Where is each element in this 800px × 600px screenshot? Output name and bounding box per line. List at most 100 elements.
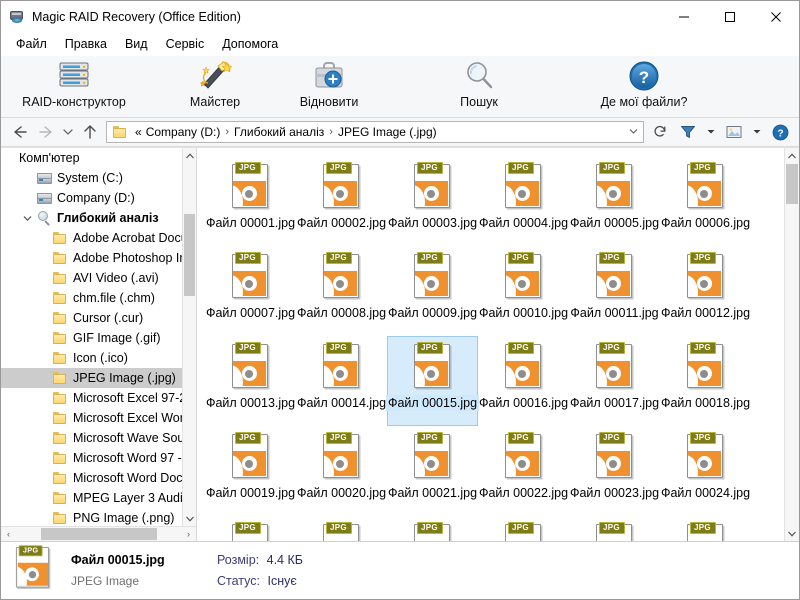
menu-item-help[interactable]: Допомога — [213, 34, 287, 54]
jpg-badge-label: JPG — [239, 523, 256, 532]
file-item[interactable]: JPG Файл 00003.jpg — [387, 156, 478, 246]
forward-arrow-icon[interactable] — [33, 120, 59, 144]
jpg-file-icon: JPG — [589, 248, 641, 304]
tree-item[interactable]: Microsoft Wave Sound — [1, 428, 182, 448]
file-item[interactable]: JPG — [660, 516, 751, 541]
file-item[interactable]: JPG — [478, 516, 569, 541]
file-item[interactable]: JPG Файл 00011.jpg — [569, 246, 660, 336]
file-scroll-thumb[interactable] — [786, 164, 798, 204]
scroll-up-icon[interactable] — [183, 148, 196, 163]
tree-item[interactable]: Глибокий аналіз — [1, 208, 182, 228]
file-item[interactable]: JPG Файл 00005.jpg — [569, 156, 660, 246]
recover-button[interactable]: Відновити — [275, 59, 383, 115]
file-item[interactable]: JPG Файл 00017.jpg — [569, 336, 660, 426]
tree-horizontal-scrollbar[interactable]: ‹ › — [1, 526, 196, 541]
view-thumbnails-icon[interactable] — [721, 120, 747, 144]
scroll-left-icon[interactable]: ‹ — [1, 529, 16, 539]
tree-item[interactable]: JPEG Image (.jpg) — [1, 368, 182, 388]
tree-item[interactable]: Microsoft Excel Works — [1, 408, 182, 428]
jpg-badge-label: JPG — [512, 523, 529, 532]
file-item[interactable]: JPG — [205, 516, 296, 541]
chevron-down-icon[interactable] — [19, 208, 35, 228]
tree-item[interactable]: Комп'ютер — [1, 148, 182, 168]
tree-item[interactable]: MPEG Layer 3 Audio F — [1, 488, 182, 508]
jpg-badge-label: JPG — [421, 163, 438, 172]
tree-item[interactable]: Company (D:) — [1, 188, 182, 208]
where-are-my-files-button[interactable]: ? Де мої файли? — [579, 59, 709, 115]
file-item[interactable]: JPG Файл 00018.jpg — [660, 336, 751, 426]
refresh-icon[interactable] — [649, 121, 671, 143]
file-item[interactable]: JPG Файл 00020.jpg — [296, 426, 387, 516]
file-vertical-scrollbar[interactable] — [784, 148, 799, 541]
tree-vertical-scrollbar[interactable] — [182, 148, 196, 526]
filter-funnel-icon[interactable] — [675, 120, 701, 144]
file-item[interactable]: JPG Файл 00008.jpg — [296, 246, 387, 336]
breadcrumb-item-0[interactable]: Company (D:) — [144, 125, 223, 139]
help-circle-icon[interactable]: ? — [767, 120, 793, 144]
file-item[interactable]: JPG Файл 00016.jpg — [478, 336, 569, 426]
file-item[interactable]: JPG Файл 00010.jpg — [478, 246, 569, 336]
tree-item[interactable]: Microsoft Excel 97-200 — [1, 388, 182, 408]
address-field[interactable]: « Company (D:) › Глибокий аналіз › JPEG … — [106, 121, 644, 143]
breadcrumb-item-1[interactable]: Глибокий аналіз — [232, 125, 326, 139]
back-arrow-icon[interactable] — [7, 120, 33, 144]
filter-dropdown-icon[interactable] — [703, 128, 719, 137]
file-item[interactable]: JPG Файл 00022.jpg — [478, 426, 569, 516]
breadcrumb-item-2[interactable]: JPEG Image (.jpg) — [336, 125, 439, 139]
file-item[interactable]: JPG Файл 00019.jpg — [205, 426, 296, 516]
tree-item-label: Microsoft Wave Sound — [73, 431, 182, 445]
file-item[interactable]: JPG Файл 00021.jpg — [387, 426, 478, 516]
file-item[interactable]: JPG — [387, 516, 478, 541]
file-item[interactable]: JPG Файл 00014.jpg — [296, 336, 387, 426]
file-item[interactable]: JPG Файл 00002.jpg — [296, 156, 387, 246]
tree-item[interactable]: PNG Image (.png) — [1, 508, 182, 526]
tree-item[interactable]: Microsoft Word Docum — [1, 468, 182, 488]
scroll-right-icon[interactable]: › — [181, 529, 196, 539]
file-item[interactable]: JPG Файл 00006.jpg — [660, 156, 751, 246]
view-dropdown-icon[interactable] — [749, 128, 765, 137]
tree-item[interactable]: Adobe Photoshop Ima — [1, 248, 182, 268]
file-item[interactable]: JPG Файл 00023.jpg — [569, 426, 660, 516]
jpg-badge-label: JPG — [694, 163, 711, 172]
tree-item[interactable]: Cursor (.cur) — [1, 308, 182, 328]
file-item[interactable]: JPG Файл 00001.jpg — [205, 156, 296, 246]
breadcrumb-overflow[interactable]: « — [133, 125, 144, 139]
tree-item[interactable]: AVI Video (.avi) — [1, 268, 182, 288]
menu-item-edit[interactable]: Правка — [56, 34, 116, 54]
tree-item[interactable]: System (C:) — [1, 168, 182, 188]
tree-item[interactable]: Microsoft Word 97 - 20 — [1, 448, 182, 468]
tree-scroll-thumb[interactable] — [184, 214, 195, 296]
file-item-label: Файл 00015.jpg — [385, 395, 480, 411]
menu-item-file[interactable]: Файл — [7, 34, 56, 54]
file-item[interactable]: JPG Файл 00024.jpg — [660, 426, 751, 516]
file-item[interactable]: JPG Файл 00013.jpg — [205, 336, 296, 426]
up-arrow-icon[interactable] — [77, 120, 103, 144]
maximize-icon[interactable] — [707, 1, 753, 32]
scroll-up-icon[interactable] — [785, 148, 799, 163]
tree-hscroll-thumb[interactable] — [41, 528, 157, 540]
folder-tree: Комп'ютер System (C:) Company (D:) Глибокий… — [1, 148, 196, 526]
file-item[interactable]: JPG Файл 00007.jpg — [205, 246, 296, 336]
chevron-down-icon[interactable] — [625, 127, 641, 137]
wizard-button[interactable]: Майстер — [161, 59, 269, 115]
file-item[interactable]: JPG Файл 00015.jpg — [385, 336, 480, 426]
history-chevron-icon[interactable] — [59, 120, 77, 144]
tree-item[interactable]: Icon (.ico) — [1, 348, 182, 368]
tree-item[interactable]: chm.file (.chm) — [1, 288, 182, 308]
menu-item-service[interactable]: Сервіс — [157, 34, 214, 54]
tree-item[interactable]: GIF Image (.gif) — [1, 328, 182, 348]
close-icon[interactable] — [753, 1, 799, 32]
file-item[interactable]: JPG — [296, 516, 387, 541]
file-item[interactable]: JPG — [569, 516, 660, 541]
minimize-icon[interactable] — [661, 1, 707, 32]
scroll-down-icon[interactable] — [785, 526, 799, 541]
file-item[interactable]: JPG Файл 00012.jpg — [660, 246, 751, 336]
menu-item-view[interactable]: Вид — [116, 34, 157, 54]
file-item[interactable]: JPG Файл 00004.jpg — [478, 156, 569, 246]
raid-constructor-button[interactable]: RAID-конструктор — [9, 59, 139, 115]
file-item[interactable]: JPG Файл 00009.jpg — [387, 246, 478, 336]
search-button[interactable]: Пошук — [425, 59, 533, 115]
tree-item[interactable]: Adobe Acrobat Docum — [1, 228, 182, 248]
scroll-down-icon[interactable] — [183, 511, 196, 526]
